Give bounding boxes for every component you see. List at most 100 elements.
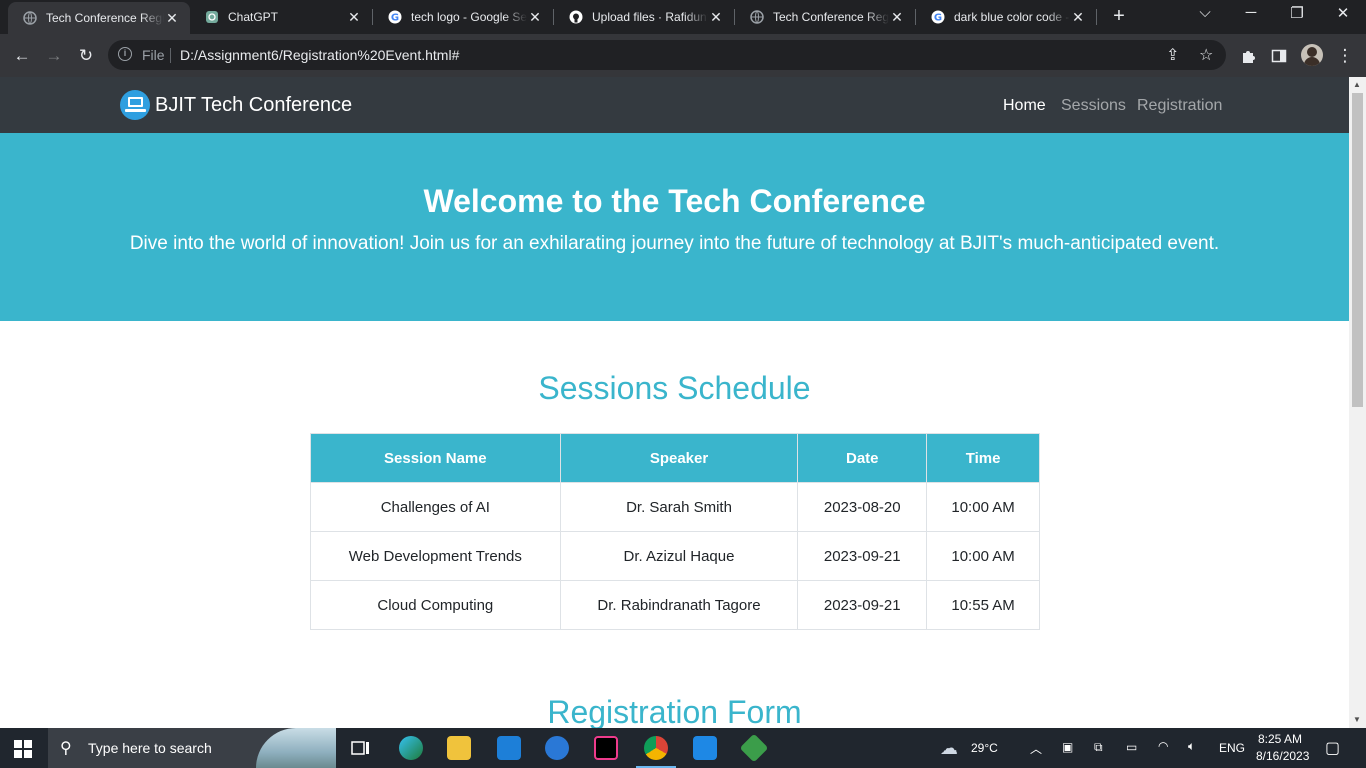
close-icon[interactable]: ✕ (164, 10, 180, 27)
scrollbar-thumb[interactable] (1352, 93, 1363, 407)
edge-browser-icon[interactable] (399, 736, 423, 760)
wifi-icon[interactable]: ◠ (1158, 739, 1168, 753)
column-header: Time (926, 433, 1040, 483)
file-explorer-icon[interactable] (447, 736, 471, 760)
date-cell: 2023-09-21 (797, 531, 928, 581)
svg-text:G: G (391, 13, 399, 24)
speaker-cell: Dr. Sarah Smith (559, 482, 799, 532)
menu-kebab-icon[interactable]: ⋮ (1334, 45, 1356, 67)
show-hidden-icons-chevron-icon[interactable]: ︿ (1030, 740, 1042, 757)
tab-search-chevron-icon[interactable]: ⌵ (1190, 4, 1220, 21)
windows-start-icon[interactable] (14, 740, 32, 758)
close-icon[interactable]: ✕ (346, 9, 362, 26)
forward-button[interactable]: → (43, 45, 65, 67)
reload-button[interactable]: ↻ (75, 45, 97, 67)
browser-tab[interactable]: ChatGPT ✕ (190, 0, 372, 34)
session-name-cell: Challenges of AI (310, 482, 561, 532)
search-highlight-illustration (256, 728, 336, 768)
windows-taskbar: ⚲ Type here to search ☁ 29°C ︿ ▣ ⧉ ▭ ◠ 🔈… (0, 728, 1366, 768)
chrome-icon[interactable] (644, 736, 668, 760)
browser-tab-strip: Tech Conference Regis ✕ ChatGPT ✕ G tech… (0, 0, 1366, 34)
scroll-up-arrow-icon[interactable]: ▲ (1353, 80, 1361, 89)
intellij-icon[interactable] (594, 736, 618, 760)
tab-divider (1096, 9, 1097, 25)
brand-name[interactable]: BJIT Tech Conference (155, 94, 352, 117)
time-cell: 10:00 AM (926, 531, 1040, 581)
table-row: Cloud Computing Dr. Rabindranath Tagore … (310, 580, 1040, 630)
sessions-table: Session Name Speaker Date Time Challenge… (310, 433, 1040, 630)
browser-tab[interactable]: G dark blue color code - ✕ (916, 0, 1096, 34)
github-icon (568, 9, 584, 25)
browser-tab[interactable]: Upload files · Rafidunt ✕ (554, 0, 734, 34)
taskbar-search-box[interactable]: ⚲ Type here to search (48, 728, 336, 768)
time-cell: 10:55 AM (926, 580, 1040, 630)
minimize-button[interactable]: ─ (1236, 4, 1266, 21)
close-icon[interactable]: ✕ (889, 9, 905, 26)
clock-time[interactable]: 8:25 AM (1258, 732, 1302, 746)
brand-logo-icon[interactable] (120, 90, 150, 120)
git-icon[interactable] (739, 733, 769, 763)
vpn-shield-icon[interactable] (545, 736, 569, 760)
vscode-icon[interactable] (693, 736, 717, 760)
task-view-icon[interactable] (349, 736, 373, 760)
restore-button[interactable]: ❐ (1282, 4, 1312, 22)
page-scrollbar[interactable]: ▲ ▼ (1349, 77, 1366, 728)
globe-icon (749, 9, 765, 25)
tab-title: Tech Conference Regis (773, 10, 889, 24)
column-header: Date (797, 433, 928, 483)
hero-subtitle: Dive into the world of innovation! Join … (129, 233, 1220, 254)
url-text[interactable]: D:/Assignment6/Registration%20Event.html… (180, 47, 459, 63)
globe-icon (22, 10, 38, 26)
tab-title: tech logo - Google Se (411, 10, 527, 24)
scroll-down-arrow-icon[interactable]: ▼ (1353, 715, 1361, 724)
scheme-label: File (142, 47, 165, 63)
volume-icon[interactable]: 🔈︎ (1188, 739, 1195, 754)
google-icon: G (387, 9, 403, 25)
nav-link-sessions[interactable]: Sessions (1061, 97, 1126, 115)
input-language[interactable]: ENG (1219, 741, 1245, 755)
session-name-cell: Web Development Trends (310, 531, 561, 581)
page-viewport: BJIT Tech Conference Home Sessions Regis… (0, 77, 1349, 728)
notifications-icon[interactable]: ▢ (1325, 738, 1340, 758)
close-icon[interactable]: ✕ (1070, 9, 1086, 26)
tab-title: dark blue color code - (954, 10, 1070, 24)
mail-icon[interactable] (497, 736, 521, 760)
share-icon[interactable]: ⇪ (1166, 45, 1179, 65)
speaker-cell: Dr. Rabindranath Tagore (559, 580, 799, 630)
profile-avatar[interactable] (1301, 44, 1323, 66)
google-icon: G (930, 9, 946, 25)
meet-now-icon[interactable]: ▣ (1062, 740, 1073, 754)
chatgpt-icon (204, 9, 220, 25)
close-window-button[interactable]: ✕ (1328, 4, 1358, 22)
close-icon[interactable]: ✕ (708, 9, 724, 26)
search-icon: ⚲ (60, 740, 72, 757)
back-button[interactable]: ← (11, 45, 33, 67)
side-panel-icon[interactable] (1268, 45, 1290, 67)
column-header: Session Name (310, 433, 561, 483)
battery-icon[interactable]: ▭ (1126, 740, 1137, 754)
address-bar[interactable]: i File D:/Assignment6/Registration%20Eve… (108, 40, 1226, 70)
svg-text:G: G (934, 13, 942, 24)
nav-link-home[interactable]: Home (1003, 97, 1046, 115)
date-cell: 2023-08-20 (797, 482, 928, 532)
table-row: Challenges of AI Dr. Sarah Smith 2023-08… (310, 482, 1040, 532)
nav-link-registration[interactable]: Registration (1137, 97, 1222, 115)
weather-cloud-icon[interactable]: ☁ (940, 738, 958, 759)
new-tab-button[interactable]: + (1108, 6, 1130, 28)
sessions-heading: Sessions Schedule (538, 370, 811, 406)
weather-temperature[interactable]: 29°C (971, 741, 998, 755)
browser-tab[interactable]: Tech Conference Regis ✕ (8, 2, 190, 34)
browser-tab[interactable]: G tech logo - Google Se ✕ (373, 0, 553, 34)
clock-date[interactable]: 8/16/2023 (1256, 749, 1309, 763)
screen-capture-icon[interactable]: ⧉ (1094, 740, 1103, 755)
close-icon[interactable]: ✕ (527, 9, 543, 26)
browser-tab[interactable]: Tech Conference Regis ✕ (735, 0, 915, 34)
tab-title: ChatGPT (228, 10, 279, 24)
bookmark-star-icon[interactable]: ☆ (1199, 45, 1213, 65)
speaker-cell: Dr. Azizul Haque (559, 531, 799, 581)
registration-heading: Registration Form (547, 694, 802, 728)
tab-title: Upload files · Rafidunt (592, 10, 708, 24)
hero-title: Welcome to the Tech Conference (423, 183, 926, 219)
extensions-puzzle-icon[interactable] (1237, 45, 1259, 67)
info-icon[interactable]: i (118, 47, 132, 61)
